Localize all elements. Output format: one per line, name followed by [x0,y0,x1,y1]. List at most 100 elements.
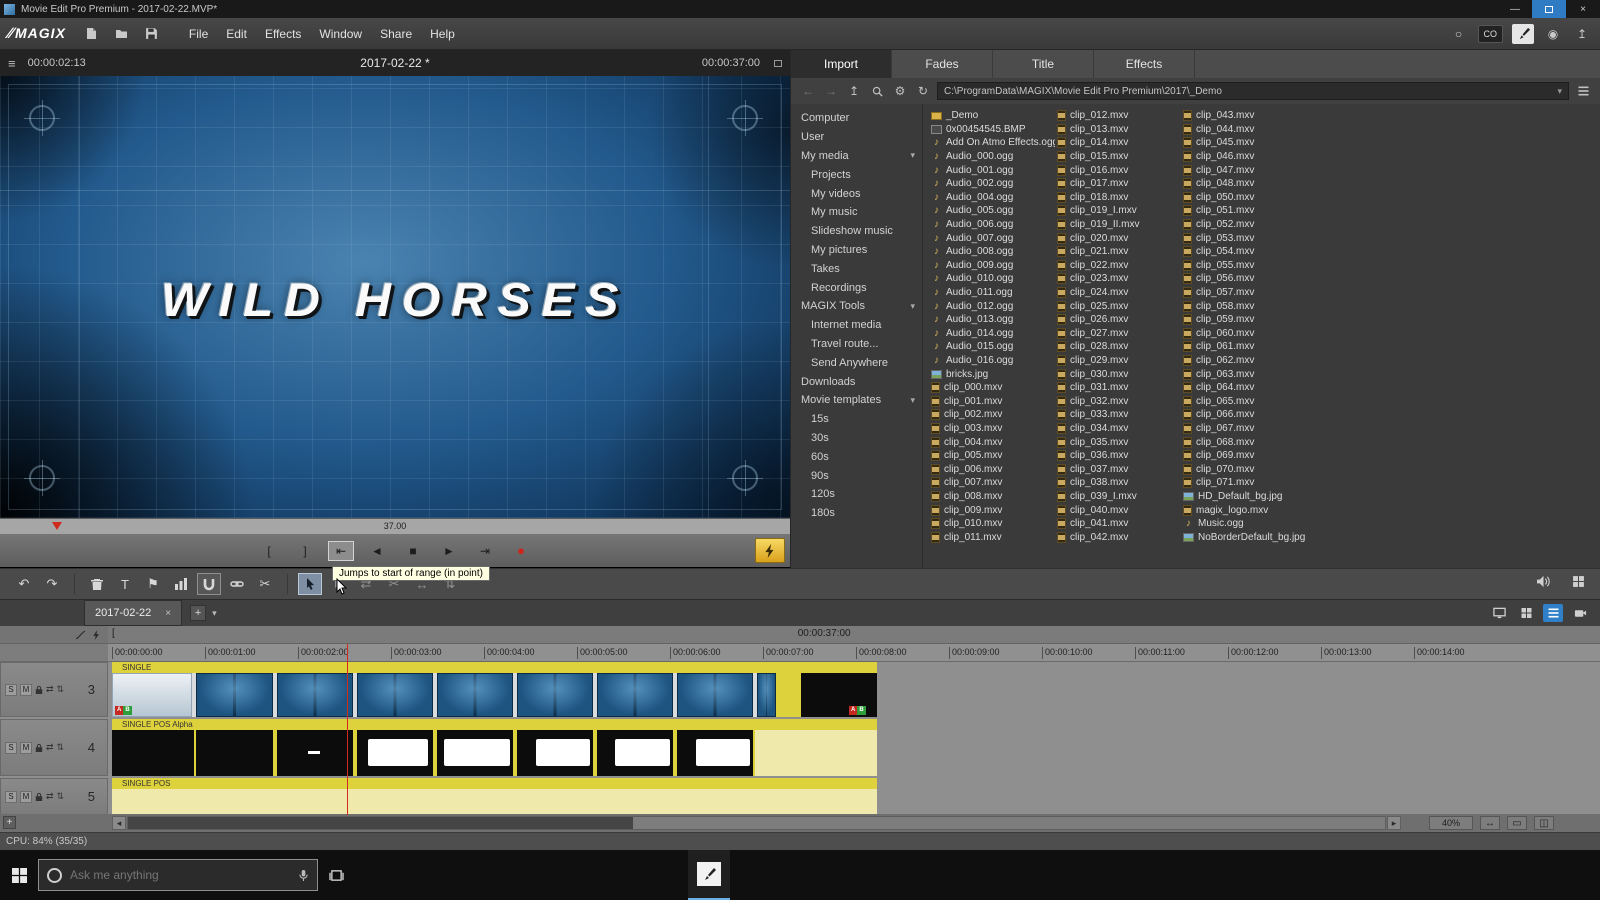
storyboard-view-icon[interactable] [1516,604,1536,622]
file-item[interactable]: ♪ Audio_005.ogg [931,204,1055,218]
range-in-marker[interactable]: [ [112,628,115,639]
menu-help[interactable]: Help [421,23,464,45]
file-item[interactable]: clip_065.mxv [1183,394,1307,408]
timeline-clip[interactable] [757,673,776,717]
tab-effects[interactable]: Effects [1094,50,1195,78]
curve-icon[interactable] [75,630,86,640]
timeline-clip[interactable]: AB [112,673,192,717]
timeline-clip[interactable] [776,673,801,717]
file-item[interactable]: ♪ Music.ogg [1183,517,1307,531]
timeline-clip[interactable] [677,730,753,776]
file-item[interactable]: clip_022.mxv [1057,259,1181,273]
sidebar-item-15s[interactable]: 15s [791,410,922,429]
file-item[interactable]: clip_059.mxv [1183,313,1307,327]
scroll-left-button[interactable]: ◂ [112,816,126,830]
menu-window[interactable]: Window [310,23,371,45]
file-item[interactable]: ♪ Audio_010.ogg [931,272,1055,286]
back-icon[interactable]: ← [799,82,817,100]
stop-button[interactable]: ■ [400,541,426,561]
file-item[interactable]: clip_013.mxv [1057,123,1181,137]
file-item[interactable]: clip_062.mxv [1183,354,1307,368]
file-item[interactable]: clip_009.mxv [931,503,1055,517]
detach-monitor-icon[interactable] [774,59,782,67]
save-project-icon[interactable] [142,24,162,44]
sidebar-item-movie-templates[interactable]: Movie templates ▾ [791,391,922,410]
file-item[interactable]: 0x00454545.BMP [931,123,1055,137]
file-item[interactable]: clip_030.mxv [1057,367,1181,381]
scrollbar-thumb[interactable] [128,817,633,829]
cortana-search-box[interactable] [38,859,318,891]
horizontal-scrollbar[interactable] [127,816,1386,830]
maximize-button[interactable] [1532,0,1566,18]
tab-fades[interactable]: Fades [892,50,993,78]
sidebar-item-projects[interactable]: Projects [791,165,922,184]
path-field[interactable]: C:\ProgramData\MAGIX\Movie Edit Pro Prem… [937,82,1569,100]
menu-edit[interactable]: Edit [217,23,256,45]
ab-transition-badge[interactable]: AB [849,706,866,715]
timeline-clip[interactable] [437,730,513,776]
file-item[interactable]: clip_011.mxv [931,530,1055,544]
chevron-down-icon[interactable]: ▾ [910,301,915,312]
sidebar-item-takes[interactable]: Takes [791,259,922,278]
add-movie-button[interactable]: + [190,605,207,621]
file-item[interactable]: clip_031.mxv [1057,381,1181,395]
file-item[interactable]: clip_016.mxv [1057,163,1181,177]
chevron-down-icon[interactable]: ▾ [910,395,915,406]
zoom-preset-2-icon[interactable]: ◫ [1534,816,1554,830]
file-item[interactable]: clip_036.mxv [1057,449,1181,463]
file-item[interactable]: HD_Default_bg.jpg [1183,490,1307,504]
tab-import[interactable]: Import [791,50,892,78]
mixer-icon[interactable] [1571,575,1586,593]
timeline-clip[interactable] [196,673,273,717]
delete-object-button[interactable] [85,573,109,595]
zoom-horizontal-icon[interactable]: ↔ [1480,816,1500,830]
mute-button[interactable]: M [20,741,32,754]
path-dropdown-icon[interactable]: ▾ [1557,86,1562,97]
track-5-header[interactable]: S M ⇄ ⇅ 5 [0,778,108,815]
file-item[interactable]: clip_042.mxv [1057,530,1181,544]
start-button[interactable] [0,850,38,900]
file-item[interactable]: clip_000.mxv [931,381,1055,395]
close-button[interactable]: × [1566,0,1600,18]
minimize-button[interactable]: — [1498,0,1532,18]
timeline-clip[interactable] [277,730,353,776]
file-item[interactable]: ♪ Audio_013.ogg [931,313,1055,327]
file-item[interactable]: clip_021.mxv [1057,245,1181,259]
file-item[interactable]: bricks.jpg [931,367,1055,381]
record-sphere-icon[interactable]: ◉ [1543,24,1563,44]
track-height-icon[interactable]: ⇅ [57,742,65,753]
sidebar-item-internet-media[interactable]: Internet media [791,316,922,335]
file-item[interactable]: clip_050.mxv [1183,191,1307,205]
list-options-icon[interactable] [1574,85,1592,97]
file-item[interactable]: clip_028.mxv [1057,340,1181,354]
task-view-button[interactable] [318,850,354,900]
menu-share[interactable]: Share [371,23,421,45]
timeline-clip[interactable] [677,673,753,717]
timeline-clip[interactable] [357,730,433,776]
file-item[interactable]: ♪ Audio_012.ogg [931,299,1055,313]
turbo-preview-button[interactable] [755,538,785,563]
design-tools-icon[interactable] [1512,23,1534,44]
timeline-clip[interactable] [357,673,433,717]
split-button[interactable]: ✂ [253,573,277,595]
file-item[interactable]: clip_026.mxv [1057,313,1181,327]
ab-transition-badge[interactable]: AB [115,706,132,715]
keyframe-zap-icon[interactable] [91,629,102,640]
lock-icon[interactable] [35,743,43,753]
file-item[interactable]: ♪ Audio_011.ogg [931,286,1055,300]
sidebar-item-computer[interactable]: Computer [791,109,922,128]
sidebar-item-90s[interactable]: 90s [791,466,922,485]
menu-file[interactable]: File [180,23,217,45]
co-badge[interactable]: CO [1477,24,1503,43]
file-item[interactable]: magix_logo.mxv [1183,503,1307,517]
timeline-playhead[interactable] [347,644,348,815]
add-track-button[interactable]: + [3,816,16,829]
zoom-level[interactable]: 40% [1429,816,1473,830]
menu-effects[interactable]: Effects [256,23,310,45]
record-button[interactable]: ● [508,541,534,561]
chevron-down-icon[interactable]: ▾ [910,150,915,161]
timeline-clip[interactable] [277,673,353,717]
waveform-display-button[interactable] [169,573,193,595]
file-item[interactable]: clip_048.mxv [1183,177,1307,191]
file-item[interactable]: clip_029.mxv [1057,354,1181,368]
